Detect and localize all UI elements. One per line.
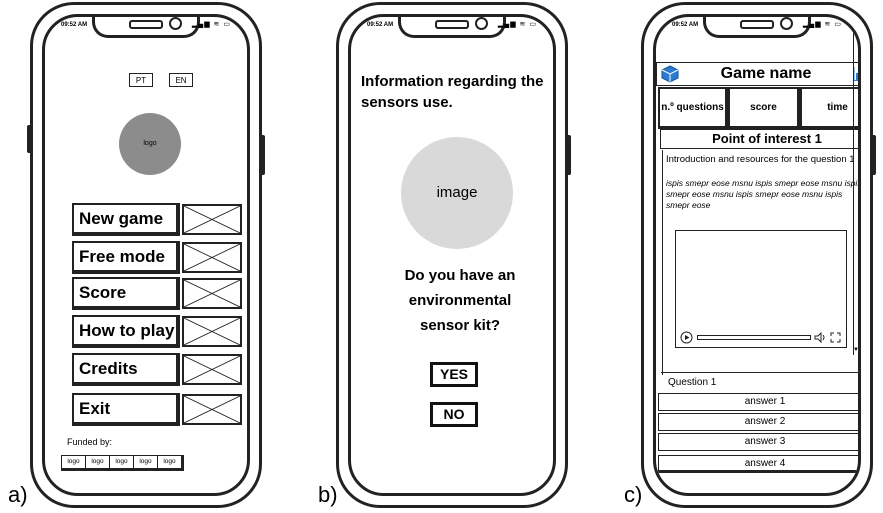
menu-score[interactable]: Score bbox=[72, 277, 244, 310]
image-placeholder-icon bbox=[182, 394, 242, 425]
tab-score[interactable]: score bbox=[728, 87, 800, 129]
speaker bbox=[129, 20, 163, 29]
menu-score-label[interactable]: Score bbox=[72, 277, 180, 310]
screen-b: 09:52 AM ▂▄▆ ≋ ▭ Information regarding t… bbox=[348, 14, 556, 496]
panel-label-c: c) bbox=[624, 482, 643, 507]
answer-option[interactable]: answer 3 bbox=[658, 433, 858, 451]
funder-logo: logo bbox=[134, 456, 158, 468]
answer-option[interactable]: answer 4 bbox=[658, 455, 858, 473]
phone-a: 09:52 AM ▂▄▆ ≋ ▭ PT EN logo New game Fre… bbox=[27, 2, 265, 508]
volume-button bbox=[27, 125, 33, 153]
menu-new-game-label[interactable]: New game bbox=[72, 203, 180, 236]
image-placeholder-icon bbox=[182, 316, 242, 347]
notch bbox=[703, 17, 811, 38]
video-progress-bar[interactable] bbox=[697, 335, 811, 340]
question-line: Do you have an bbox=[404, 267, 516, 284]
app-logo: logo bbox=[119, 113, 181, 175]
funder-logo: logo bbox=[163, 458, 176, 465]
play-icon[interactable] bbox=[680, 331, 693, 344]
panel-label-a: a) bbox=[8, 482, 28, 507]
fullscreen-icon[interactable] bbox=[830, 332, 841, 343]
funded-by-label: Funded by: bbox=[67, 437, 113, 447]
image-placeholder-icon bbox=[182, 242, 242, 273]
funder-logos: logo logo logo logo logo bbox=[61, 455, 184, 471]
menu-new-game[interactable]: New game bbox=[72, 203, 244, 236]
menu-exit-label[interactable]: Exit bbox=[72, 393, 180, 426]
question-title: Question 1 bbox=[668, 377, 717, 388]
answer-option[interactable]: answer 1 bbox=[658, 393, 858, 411]
menu-exit[interactable]: Exit bbox=[72, 393, 244, 426]
question-line: sensor kit? bbox=[419, 317, 501, 334]
power-button bbox=[259, 135, 265, 175]
image-placeholder: image bbox=[401, 137, 513, 249]
point-of-interest-title: Point of interest 1 bbox=[660, 129, 858, 149]
phone-b: 09:52 AM ▂▄▆ ≋ ▭ Information regarding t… bbox=[336, 2, 571, 508]
tab-time[interactable]: time bbox=[800, 87, 858, 129]
screen-a: 09:52 AM ▂▄▆ ≋ ▭ PT EN logo New game Fre… bbox=[42, 14, 250, 496]
funder-logo: logo bbox=[110, 456, 134, 468]
menu-credits[interactable]: Credits bbox=[72, 353, 244, 386]
stats-tabs: n.º questions score time bbox=[658, 87, 858, 129]
notch bbox=[92, 17, 200, 38]
scroll-down-arrow-icon[interactable]: ▼ bbox=[853, 347, 858, 353]
image-placeholder-icon bbox=[182, 204, 242, 235]
menu-free-mode-label[interactable]: Free mode bbox=[72, 241, 180, 274]
sensor-info-text: Information regarding the sensors use. bbox=[361, 73, 544, 111]
game-header: Game name bbox=[656, 62, 858, 86]
funder-logo: logo bbox=[62, 456, 86, 468]
panel-label-b: b) bbox=[318, 482, 338, 507]
image-placeholder-icon bbox=[182, 354, 242, 385]
menu-credits-label[interactable]: Credits bbox=[72, 353, 180, 386]
scrollbar[interactable]: ▼ bbox=[853, 17, 858, 355]
language-en-button[interactable]: EN bbox=[169, 73, 193, 87]
video-player[interactable] bbox=[675, 230, 847, 348]
power-button bbox=[565, 135, 571, 175]
funder-logo: logo bbox=[86, 456, 110, 468]
divider bbox=[661, 372, 858, 373]
menu-free-mode[interactable]: Free mode bbox=[72, 241, 244, 274]
camera bbox=[780, 17, 793, 30]
menu-how-to-play-label[interactable]: How to play bbox=[72, 315, 180, 348]
status-time: 09:52 AM bbox=[672, 22, 699, 28]
speaker bbox=[435, 20, 469, 29]
volume-icon[interactable] bbox=[814, 332, 828, 343]
question-content[interactable]: Introduction and resources for the quest… bbox=[661, 150, 861, 375]
camera bbox=[475, 17, 488, 30]
language-pt-button[interactable]: PT bbox=[129, 73, 153, 87]
question-line: environmental bbox=[408, 292, 512, 309]
notch bbox=[398, 17, 506, 38]
status-time: 09:52 AM bbox=[61, 22, 88, 28]
phone-c: 09:52 AM ▂▄▆ ≋ ▭ Game name n.º questions… bbox=[641, 2, 876, 508]
intro-text: Introduction and resources for the quest… bbox=[666, 154, 855, 165]
camera bbox=[169, 17, 182, 30]
answer-option[interactable]: answer 2 bbox=[658, 413, 858, 431]
status-icons: ▂▄▆ ≋ ▭ bbox=[802, 21, 842, 28]
status-time: 09:52 AM bbox=[367, 22, 394, 28]
video-controls bbox=[680, 331, 842, 344]
scrollbar-thumb[interactable] bbox=[854, 23, 858, 33]
tab-questions[interactable]: n.º questions bbox=[658, 87, 728, 129]
power-button bbox=[870, 135, 876, 175]
yes-button[interactable]: YES bbox=[430, 362, 478, 387]
game-name: Game name bbox=[720, 65, 812, 82]
placeholder-text: ispis smepr eose msnu ispis smepr eose m… bbox=[666, 178, 861, 210]
no-button[interactable]: NO bbox=[430, 402, 478, 427]
speaker bbox=[740, 20, 774, 29]
sensor-kit-question: Do you have an environmental sensor kit? bbox=[375, 263, 545, 338]
status-icons: ▂▄▆ ≋ ▭ bbox=[191, 21, 231, 28]
status-icons: ▂▄▆ ≋ ▭ bbox=[497, 21, 537, 28]
image-placeholder-icon bbox=[182, 278, 242, 309]
menu-how-to-play[interactable]: How to play bbox=[72, 315, 244, 348]
screen-c: 09:52 AM ▂▄▆ ≋ ▭ Game name n.º questions… bbox=[653, 14, 861, 496]
